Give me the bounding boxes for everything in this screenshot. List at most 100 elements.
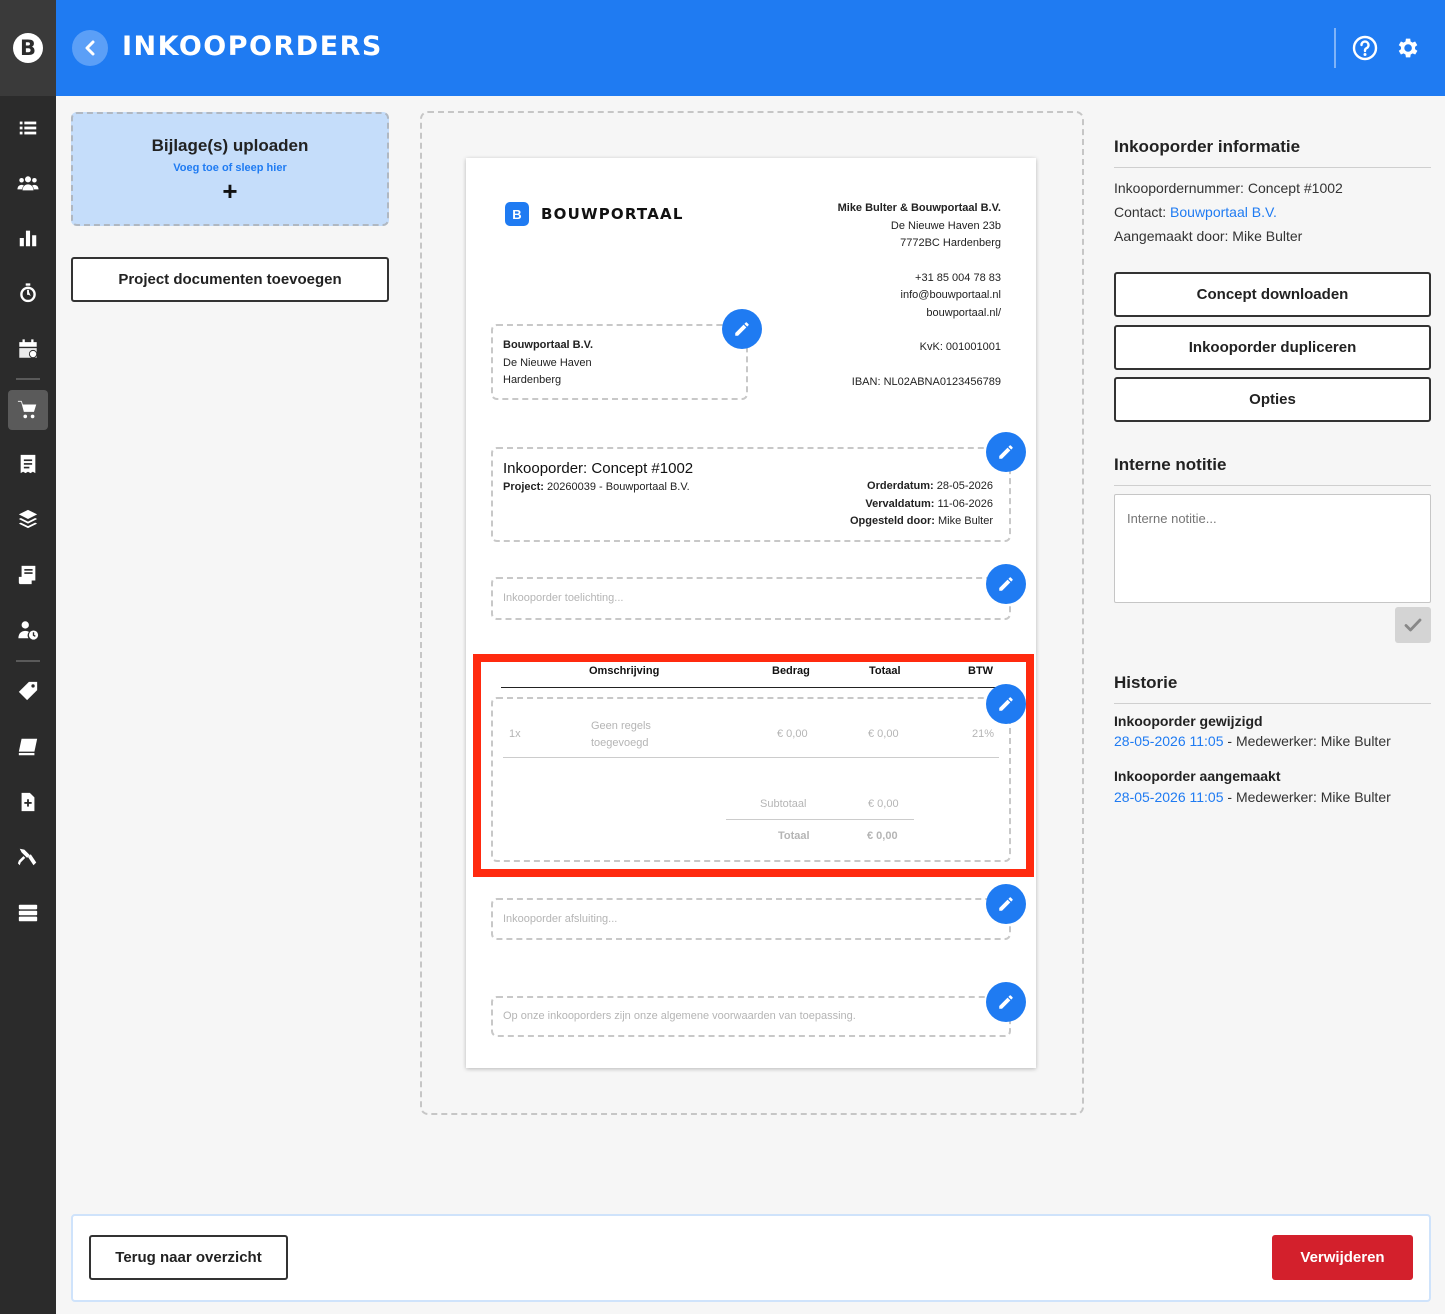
company-name: Mike Bulter & Bouwportaal B.V.	[837, 202, 1001, 214]
history-entry-date[interactable]: 28-05-2026 11:05	[1114, 733, 1224, 749]
project-value: 20260039 - Bouwportaal B.V.	[547, 481, 690, 493]
edit-voorwaarden-button[interactable]	[986, 982, 1026, 1022]
company-email: info@bouwportaal.nl	[900, 289, 1001, 301]
edit-recipient-button[interactable]	[722, 309, 762, 349]
sidebar-item-layers[interactable]	[8, 499, 48, 539]
book-icon	[18, 738, 38, 756]
edit-order-header-button[interactable]	[986, 432, 1026, 472]
back-button[interactable]	[72, 30, 108, 66]
contact-label: Contact:	[1114, 204, 1167, 220]
chevron-left-icon	[85, 40, 95, 56]
attachment-upload-dropzone[interactable]: Bijlage(s) uploaden Voeg toe of sleep hi…	[71, 112, 389, 226]
pencil-icon	[735, 322, 749, 336]
duplicate-order-button[interactable]: Inkooporder dupliceren	[1114, 325, 1431, 370]
history-entry-title: Inkooporder gewijzigd	[1114, 713, 1263, 729]
history-entry-meta: 28-05-2026 11:05 - Medewerker: Mike Bult…	[1114, 789, 1391, 805]
company-phone: +31 85 004 78 83	[915, 271, 1001, 284]
history-section-title: Historie	[1114, 673, 1178, 692]
delete-button[interactable]: Verwijderen	[1272, 1235, 1413, 1280]
sidebar-item-users[interactable]	[8, 163, 48, 203]
recipient-name: Bouwportaal B.V.	[503, 339, 594, 351]
upload-title: Bijlage(s) uploaden	[151, 136, 309, 155]
order-dates: Orderdatum: 28-05-2026 Vervaldatum: 11-0…	[850, 478, 993, 531]
check-icon	[1404, 618, 1422, 632]
contact-link[interactable]: Bouwportaal B.V.	[1170, 204, 1277, 220]
invoice-icon	[18, 565, 36, 585]
sidebar-item-receipts[interactable]	[8, 444, 48, 484]
pencil-icon	[999, 995, 1013, 1009]
sidebar-item-time[interactable]	[8, 273, 48, 313]
history-entry-meta: 28-05-2026 11:05 - Medewerker: Mike Bult…	[1114, 733, 1391, 749]
back-to-overview-button[interactable]: Terug naar overzicht	[89, 1235, 288, 1280]
company-iban: IBAN: NL02ABNA0123456789	[851, 375, 1001, 388]
sidebar-item-reports[interactable]	[8, 218, 48, 258]
note-section-title: Interne notitie	[1114, 455, 1227, 474]
header-divider	[1334, 28, 1336, 68]
tools-icon	[17, 848, 37, 866]
download-concept-button[interactable]: Concept downloaden	[1114, 272, 1431, 317]
history-entry-title: Inkooporder aangemaakt	[1114, 768, 1281, 784]
help-icon[interactable]	[1352, 35, 1378, 61]
sidebar-item-catalog[interactable]	[8, 727, 48, 767]
page-title: INKOOPORDERS	[122, 31, 383, 62]
sidebar-item-servers[interactable]	[8, 893, 48, 933]
company-info: Mike Bulter & Bouwportaal B.V. De Nieuwe…	[838, 200, 1001, 391]
sidebar-item-tags[interactable]	[8, 671, 48, 711]
stopwatch-icon	[20, 283, 36, 303]
recipient-city: Hardenberg	[503, 374, 562, 386]
gear-icon[interactable]	[1394, 35, 1420, 61]
history-entry-date[interactable]: 28-05-2026 11:05	[1114, 789, 1224, 805]
order-header-block[interactable]: Inkooporder: Concept #1002 Project: 2026…	[491, 447, 1011, 542]
info-section-rule	[1114, 167, 1431, 168]
pencil-icon	[999, 897, 1013, 911]
note-section-rule	[1114, 485, 1431, 486]
pencil-icon	[999, 445, 1013, 459]
sidebar-item-tools[interactable]	[8, 837, 48, 877]
server-icon	[18, 904, 38, 922]
pencil-icon	[999, 577, 1013, 591]
list-icon	[19, 121, 37, 135]
top-header: INKOOPORDERS	[56, 0, 1445, 96]
chart-icon	[19, 230, 37, 247]
sidebar-separator	[16, 378, 40, 380]
sidebar-item-employees[interactable]	[8, 610, 48, 650]
history-entry-by: - Medewerker: Mike Bulter	[1223, 733, 1391, 749]
receipt-icon	[20, 454, 36, 474]
order-project: Project: 20260039 - Bouwportaal B.V.	[503, 479, 690, 497]
save-note-button[interactable]	[1395, 607, 1431, 643]
sidebar-item-planning[interactable]	[8, 329, 48, 369]
vervaldatum-value: 11-06-2026	[937, 497, 993, 510]
sidebar-item-purchase-orders[interactable]	[8, 390, 48, 430]
afsluiting-placeholder: Inkooporder afsluiting...	[503, 913, 618, 925]
vervaldatum-label: Vervaldatum:	[865, 497, 935, 510]
edit-order-lines-button[interactable]	[986, 684, 1026, 724]
history-section-rule	[1114, 703, 1431, 704]
opgesteld-label: Opgesteld door:	[849, 515, 935, 527]
internal-note-input[interactable]	[1114, 494, 1431, 603]
opgesteld-value: Mike Bulter	[937, 515, 993, 527]
sidebar-item-invoices[interactable]	[8, 555, 48, 595]
calendar-icon	[19, 339, 38, 359]
project-label: Project:	[503, 481, 544, 493]
highlight-frame	[473, 654, 1034, 877]
pencil-icon	[999, 697, 1013, 711]
history-entry-by: - Medewerker: Mike Bulter	[1223, 789, 1391, 805]
app-logo[interactable]: B	[0, 0, 56, 96]
recipient-address-block[interactable]: Bouwportaal B.V. De Nieuwe Haven Hardenb…	[491, 324, 748, 400]
layers-icon	[18, 509, 38, 529]
edit-toelichting-button[interactable]	[986, 564, 1026, 604]
sidebar-item-new-document[interactable]	[8, 782, 48, 822]
add-project-documents-button[interactable]: Project documenten toevoegen	[71, 257, 389, 302]
recipient-street: De Nieuwe Haven	[503, 356, 592, 369]
users-icon	[17, 176, 39, 191]
document-brand: B BOUWPORTAAL	[505, 202, 684, 226]
plus-icon: +	[222, 176, 238, 206]
sidebar-item-list[interactable]	[8, 108, 48, 148]
edit-afsluiting-button[interactable]	[986, 884, 1026, 924]
user-clock-icon	[18, 621, 39, 640]
afsluiting-block[interactable]: Inkooporder afsluiting...	[491, 898, 1011, 940]
toelichting-block[interactable]: Inkooporder toelichting...	[491, 577, 1011, 620]
options-button[interactable]: Opties	[1114, 377, 1431, 422]
company-website: bouwportaal.nl/	[926, 306, 1001, 319]
voorwaarden-block[interactable]: Op onze inkooporders zijn onze algemene …	[491, 996, 1011, 1037]
